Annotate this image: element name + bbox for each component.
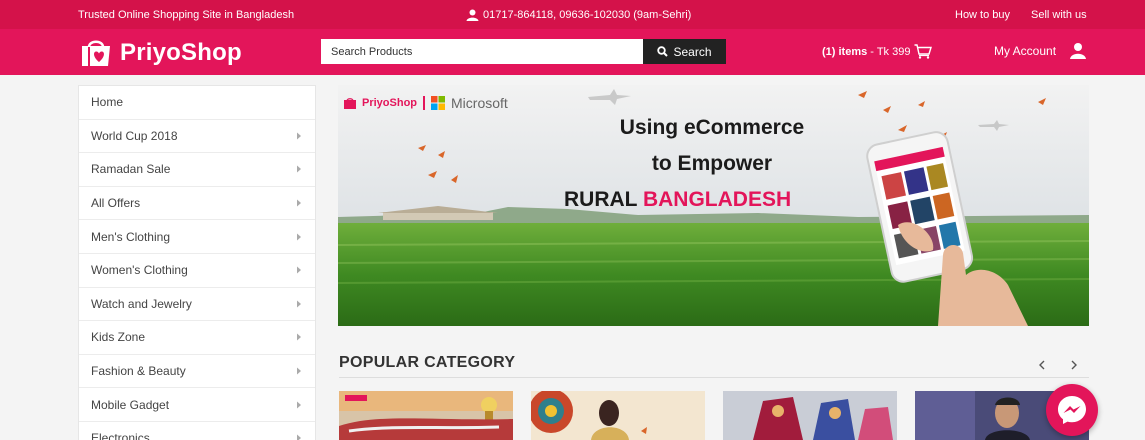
category-card-fashion[interactable] <box>723 391 897 440</box>
banner-line-3-bangladesh: BANGLADESH <box>642 188 792 211</box>
popular-category-title: POPULAR CATEGORY <box>339 354 516 371</box>
search-input[interactable] <box>321 39 643 64</box>
sidebar-item-electronics[interactable]: Electronics <box>79 422 315 440</box>
messenger-icon <box>1058 396 1086 424</box>
chevron-right-icon <box>297 300 301 308</box>
category-image <box>723 391 897 440</box>
how-to-buy-link[interactable]: How to buy <box>955 9 1010 21</box>
user-icon <box>466 9 479 21</box>
sidebar-item-label: All Offers <box>91 196 141 211</box>
banner-brands: PriyoShop Microsoft <box>344 95 508 111</box>
sidebar-item-label: Electronics <box>91 431 150 440</box>
category-card-world-cup[interactable] <box>339 391 513 440</box>
cart-icon <box>914 44 933 59</box>
sidebar-item-world-cup-2018[interactable]: World Cup 2018 <box>79 120 315 154</box>
carousel-next-icon[interactable] <box>1066 359 1080 371</box>
sidebar-item-label: Fashion & Beauty <box>91 364 186 379</box>
account-icon[interactable] <box>1068 41 1088 61</box>
chevron-right-icon <box>297 333 301 341</box>
phone-info: 01717-864118, 09636-102030 (9am-Sehri) <box>466 9 691 21</box>
category-card-womens[interactable] <box>531 391 705 440</box>
chevron-right-icon <box>297 367 301 375</box>
category-image <box>339 391 513 440</box>
sidebar-item-label: Men's Clothing <box>91 229 170 244</box>
sidebar-item-label: Home <box>91 95 124 110</box>
cart-count: (1) items <box>822 45 868 58</box>
search-icon <box>657 46 669 57</box>
banner-brand-microsoft: Microsoft <box>451 95 508 111</box>
cart-total: - Tk 399 <box>867 45 911 58</box>
sidebar-item-ramadan-sale[interactable]: Ramadan Sale <box>79 153 315 187</box>
brand-divider <box>423 96 426 110</box>
phone-numbers: 01717-864118, 09636-102030 (9am-Sehri) <box>483 9 692 21</box>
sidebar-item-label: Ramadan Sale <box>91 162 171 177</box>
cart-summary[interactable]: (1) items - Tk 399 <box>822 44 933 59</box>
site-logo[interactable]: PriyoShop <box>80 38 242 68</box>
main-header: PriyoShop Search (1) items - Tk 399 My A… <box>0 29 1145 75</box>
my-account-link[interactable]: My Account <box>994 44 1056 58</box>
sidebar-item-mobile-gadget[interactable]: Mobile Gadget <box>79 388 315 422</box>
hero-banner[interactable]: PriyoShop Microsoft Using eCommerce to E… <box>338 85 1089 326</box>
sidebar-item-label: Kids Zone <box>91 330 146 345</box>
sidebar-item-home[interactable]: Home <box>79 86 315 120</box>
category-image <box>531 391 705 440</box>
search-button-label: Search <box>673 44 712 59</box>
sidebar-item-kids-zone[interactable]: Kids Zone <box>79 321 315 355</box>
category-sidebar: Home World Cup 2018 Ramadan Sale All Offers… <box>78 85 316 440</box>
chevron-right-icon <box>297 401 301 409</box>
sidebar-item-men-s-clothing[interactable]: Men's Clothing <box>79 220 315 254</box>
priyoshop-logo-icon <box>344 97 356 109</box>
carousel-prev-icon[interactable] <box>1036 359 1050 371</box>
shopping-bag-logo-icon <box>82 40 110 66</box>
sidebar-item-label: Watch and Jewelry <box>91 296 192 311</box>
sidebar-item-label: World Cup 2018 <box>91 128 178 143</box>
sidebar-item-women-s-clothing[interactable]: Women's Clothing <box>79 254 315 288</box>
messenger-chat-button[interactable] <box>1046 384 1098 436</box>
sell-with-us-link[interactable]: Sell with us <box>1031 9 1087 21</box>
banner-line-1: Using eCommerce <box>619 116 805 139</box>
sidebar-item-label: Mobile Gadget <box>91 397 170 412</box>
chevron-right-icon <box>297 434 301 440</box>
chevron-right-icon <box>297 233 301 241</box>
sidebar-item-fashion-beauty[interactable]: Fashion & Beauty <box>79 355 315 389</box>
sidebar-item-watch-and-jewelry[interactable]: Watch and Jewelry <box>79 288 315 322</box>
chevron-right-icon <box>297 266 301 274</box>
site-tagline: Trusted Online Shopping Site in Banglade… <box>78 9 295 21</box>
banner-line-3: RURAL BANGLADESH <box>564 188 791 212</box>
sidebar-item-all-offers[interactable]: All Offers <box>79 187 315 221</box>
banner-line-2: to Empower <box>651 152 773 175</box>
microsoft-logo-icon <box>431 96 446 110</box>
sidebar-item-label: Women's Clothing <box>91 263 188 278</box>
logo-text: PriyoShop <box>120 39 242 66</box>
top-bar: Trusted Online Shopping Site in Banglade… <box>0 0 1145 29</box>
chevron-right-icon <box>297 132 301 140</box>
banner-line-3-rural: RURAL <box>564 188 638 211</box>
search-button[interactable]: Search <box>643 39 726 64</box>
chevron-right-icon <box>297 199 301 207</box>
chevron-right-icon <box>297 165 301 173</box>
banner-brand-priyoshop: PriyoShop <box>362 97 418 109</box>
popular-divider <box>339 377 1089 378</box>
